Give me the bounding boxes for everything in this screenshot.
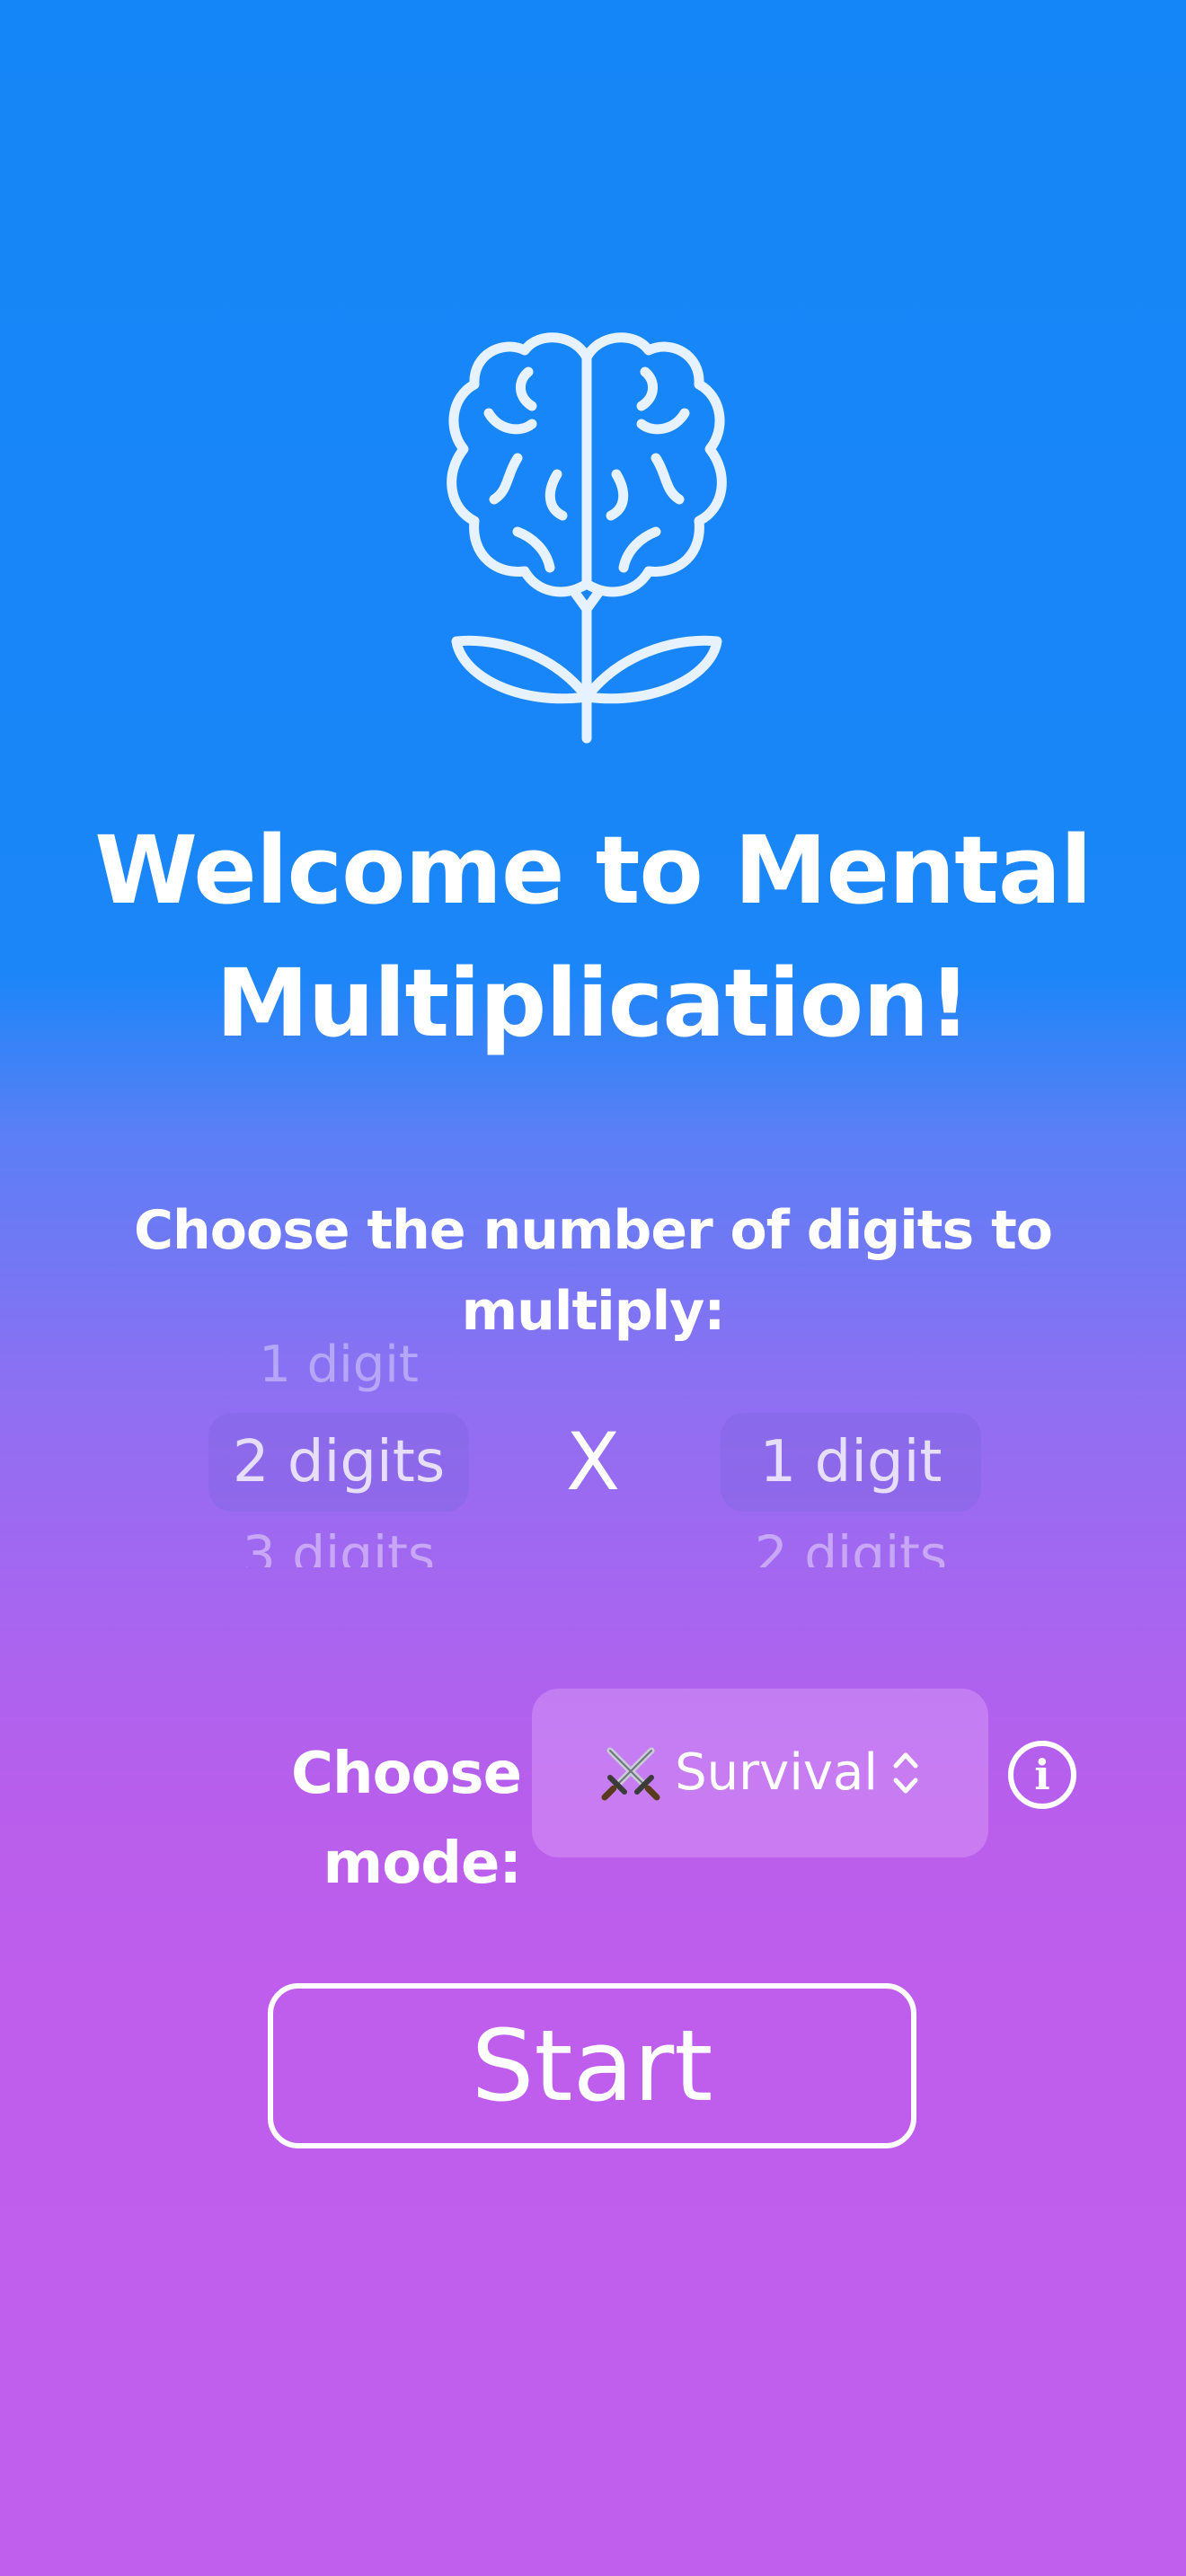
mode-info-button[interactable]: i xyxy=(1008,1741,1076,1809)
brain-plant-icon xyxy=(447,332,727,744)
mode-label: Choose mode: xyxy=(291,1741,522,1897)
second-factor-digits-picker[interactable]: 1 digit 2 digits xyxy=(701,1326,997,1595)
chevron-up-down-icon xyxy=(893,1752,918,1794)
info-circle-icon: i xyxy=(1034,1751,1050,1799)
picker-option-below[interactable]: 3 digits xyxy=(189,1510,489,1567)
picker-option-below[interactable]: 2 digits xyxy=(701,1510,1001,1567)
welcome-title: Welcome to Mental Multiplication! xyxy=(0,804,1186,1070)
mode-selected-value: Survival xyxy=(675,1743,878,1802)
multiply-operator: X xyxy=(565,1416,621,1508)
first-factor-digits-picker[interactable]: 1 digit 2 digits 3 digits xyxy=(189,1326,485,1595)
picker-option-selected[interactable]: 2 digits xyxy=(189,1417,489,1507)
crossed-swords-icon xyxy=(601,1747,660,1801)
picker-option-selected[interactable]: 1 digit xyxy=(701,1417,1001,1507)
digits-prompt: Choose the number of digits to multiply: xyxy=(134,1199,1053,1343)
welcome-title-line-2: Multiplication! xyxy=(216,948,970,1058)
mode-select-button[interactable]: Survival xyxy=(532,1689,988,1857)
start-button[interactable]: Start xyxy=(268,1983,916,2148)
picker-option-above[interactable]: 1 digit xyxy=(189,1320,489,1410)
welcome-title-line-1: Welcome to Mental xyxy=(94,816,1092,925)
